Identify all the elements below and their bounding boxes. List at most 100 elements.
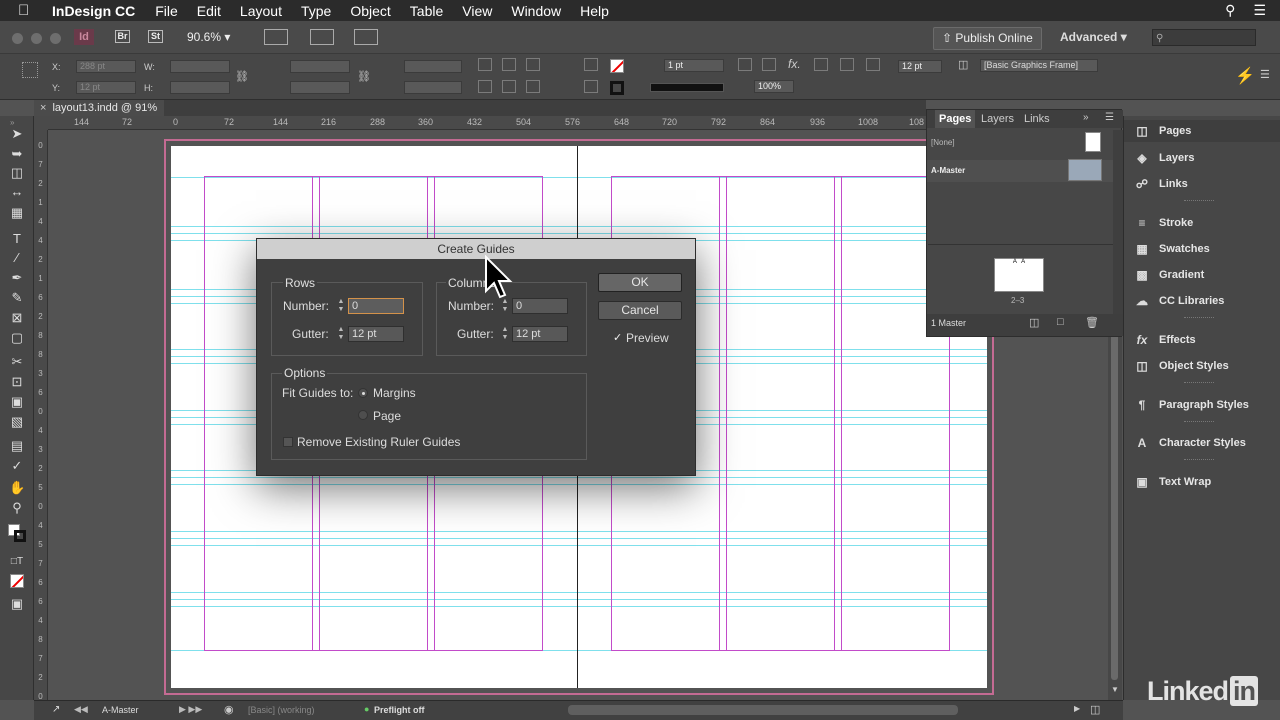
workspace-switcher[interactable]: Advanced ▾ bbox=[1060, 30, 1127, 44]
dock-group-grip[interactable] bbox=[1184, 382, 1214, 384]
ruler-guide[interactable] bbox=[171, 233, 987, 234]
w-field[interactable] bbox=[170, 60, 230, 73]
shear-icon[interactable] bbox=[502, 80, 516, 93]
horizontal-scroll-thumb[interactable] bbox=[568, 705, 958, 715]
ruler-guide[interactable] bbox=[171, 538, 987, 539]
rows-number-stepper[interactable]: ▲ ▼ bbox=[337, 298, 345, 314]
ruler-origin[interactable] bbox=[34, 116, 48, 130]
first-page-icon[interactable]: ◀◀ bbox=[74, 704, 88, 715]
preflight-profile-select[interactable]: [Basic] (working) bbox=[248, 705, 315, 715]
publish-online-button[interactable]: ⇧ Publish Online bbox=[933, 27, 1042, 50]
opacity-field[interactable]: 100% bbox=[754, 80, 794, 93]
next-page-icon[interactable]: ▶ ▶▶ bbox=[179, 704, 202, 715]
scroll-right-icon[interactable]: ▶ bbox=[1074, 704, 1080, 713]
y-field[interactable]: 12 pt bbox=[76, 81, 136, 94]
vertical-ruler[interactable]: 0 7 2 1 4 4 2 1 6 2 8 8 3 6 0 4 3 2 5 0 … bbox=[34, 130, 48, 701]
content-collector-icon[interactable]: ▦ bbox=[9, 205, 25, 221]
page-number-select[interactable]: A-Master bbox=[102, 705, 139, 715]
rotate-90-ccw-icon[interactable] bbox=[502, 58, 516, 71]
menu-help[interactable]: Help bbox=[580, 3, 609, 19]
control-panel-menu-icon[interactable]: ☰ bbox=[1260, 68, 1270, 81]
window-zoom-button[interactable] bbox=[50, 33, 61, 44]
zoom-tool-icon[interactable]: ⚲ bbox=[9, 500, 25, 516]
columns-gutter-field[interactable]: 12 pt bbox=[512, 326, 568, 342]
view-options-icon[interactable] bbox=[264, 29, 288, 45]
frame-fitting-icon[interactable] bbox=[738, 58, 752, 71]
page-tool-icon[interactable]: ◫ bbox=[9, 165, 25, 181]
gutter-field[interactable]: 12 pt bbox=[898, 60, 942, 73]
select-content-icon[interactable] bbox=[584, 80, 598, 93]
ruler-guide[interactable] bbox=[171, 226, 987, 227]
dock-item-pages[interactable]: ◫ Pages bbox=[1132, 120, 1272, 142]
x-field[interactable]: 288 pt bbox=[76, 60, 136, 73]
panel-menu-icon[interactable]: ☰ bbox=[1105, 112, 1114, 123]
spotlight-search-icon[interactable]: ⚲ bbox=[1225, 2, 1235, 19]
stroke-type-select[interactable] bbox=[650, 83, 724, 92]
pen-tool-icon[interactable]: ✒ bbox=[9, 270, 25, 286]
dock-item-stroke[interactable]: ≡ Stroke bbox=[1132, 212, 1272, 234]
dock-item-effects[interactable]: fx Effects bbox=[1132, 329, 1272, 351]
panel-collapse-icon[interactable]: » bbox=[1083, 112, 1089, 123]
dock-item-gradient[interactable]: ▩ Gradient bbox=[1132, 264, 1272, 286]
scroll-down-icon[interactable]: ▼ bbox=[1111, 685, 1119, 694]
remove-guides-checkbox[interactable] bbox=[283, 437, 293, 447]
constrain-proportions-icon[interactable]: ⛓ bbox=[235, 70, 249, 83]
ruler-guide[interactable] bbox=[171, 592, 987, 593]
spread-thumbnail[interactable]: A A bbox=[994, 258, 1044, 292]
preview-checkbox[interactable]: ✓ bbox=[613, 331, 622, 344]
effects-fx-icon[interactable]: fx. bbox=[788, 57, 801, 71]
flip-vertical-icon[interactable] bbox=[526, 80, 540, 93]
dock-group-grip[interactable] bbox=[1184, 421, 1214, 423]
dock-item-layers[interactable]: ◈ Layers bbox=[1132, 147, 1272, 169]
dock-group-grip[interactable] bbox=[1184, 459, 1214, 461]
document-tab[interactable]: × layout13.indd @ 91% bbox=[34, 100, 164, 116]
none-master-thumbnail[interactable] bbox=[1085, 132, 1101, 152]
select-container-icon[interactable] bbox=[584, 58, 598, 71]
bridge-button[interactable]: Br bbox=[115, 30, 130, 43]
reference-point-icon[interactable] bbox=[22, 62, 38, 78]
scale-y-field[interactable] bbox=[290, 81, 350, 94]
auto-fit-icon[interactable] bbox=[866, 58, 880, 71]
dock-item-cc-libraries[interactable]: ☁ CC Libraries bbox=[1132, 290, 1272, 312]
edit-page-size-icon[interactable]: ◫ bbox=[1029, 316, 1039, 329]
gap-tool-icon[interactable]: ↔ bbox=[9, 184, 25, 200]
fit-page-label[interactable]: Page bbox=[373, 409, 401, 423]
screen-mode-icon[interactable] bbox=[310, 29, 334, 45]
scale-x-field[interactable] bbox=[290, 60, 350, 73]
arrange-documents-icon[interactable] bbox=[354, 29, 378, 45]
stroke-weight-field[interactable]: 1 pt bbox=[664, 59, 724, 72]
rotate-icon[interactable] bbox=[478, 80, 492, 93]
dock-item-character-styles[interactable]: A Character Styles bbox=[1132, 432, 1272, 454]
ruler-guide[interactable] bbox=[171, 545, 987, 546]
preflight-profile-icon[interactable]: ◉ bbox=[224, 703, 234, 716]
drop-shadow-icon[interactable] bbox=[762, 58, 776, 71]
menu-object[interactable]: Object bbox=[350, 3, 390, 19]
gradient-swatch-tool-icon[interactable]: ▣ bbox=[9, 394, 25, 410]
rows-gutter-stepper[interactable]: ▲ ▼ bbox=[337, 326, 345, 342]
menu-layout[interactable]: Layout bbox=[240, 3, 282, 19]
columns-gutter-stepper[interactable]: ▲ ▼ bbox=[501, 326, 509, 342]
stroke-swatch-icon[interactable] bbox=[610, 81, 624, 95]
menu-window[interactable]: Window bbox=[511, 3, 561, 19]
stock-button[interactable]: St bbox=[148, 30, 163, 43]
split-window-icon[interactable]: ◫ bbox=[1090, 703, 1100, 716]
ruler-guide[interactable] bbox=[171, 484, 987, 485]
tab-layers[interactable]: Layers bbox=[977, 110, 1018, 128]
menu-type[interactable]: Type bbox=[301, 3, 331, 19]
apply-none-icon[interactable] bbox=[10, 574, 24, 588]
fill-none-swatch-icon[interactable] bbox=[610, 59, 624, 73]
object-style-select[interactable]: [Basic Graphics Frame] bbox=[980, 59, 1098, 72]
quick-apply-icon[interactable]: ⚡ bbox=[1235, 66, 1255, 86]
preview-label[interactable]: Preview bbox=[626, 331, 669, 345]
stroke-color-icon[interactable] bbox=[14, 530, 26, 542]
formatting-affects-container-icon[interactable]: □T bbox=[9, 554, 25, 570]
h-field[interactable] bbox=[170, 81, 230, 94]
rows-gutter-field[interactable]: 12 pt bbox=[348, 326, 404, 342]
open-in-finder-icon[interactable]: ↗ bbox=[52, 704, 60, 715]
ruler-guide[interactable] bbox=[171, 477, 987, 478]
scissors-tool-icon[interactable]: ✂ bbox=[9, 354, 25, 370]
notification-list-icon[interactable]: ☰ bbox=[1253, 2, 1266, 19]
tab-links[interactable]: Links bbox=[1020, 110, 1054, 128]
pages-panel-scrollbar[interactable] bbox=[1113, 130, 1123, 316]
create-new-page-icon[interactable]: □ bbox=[1057, 316, 1064, 328]
